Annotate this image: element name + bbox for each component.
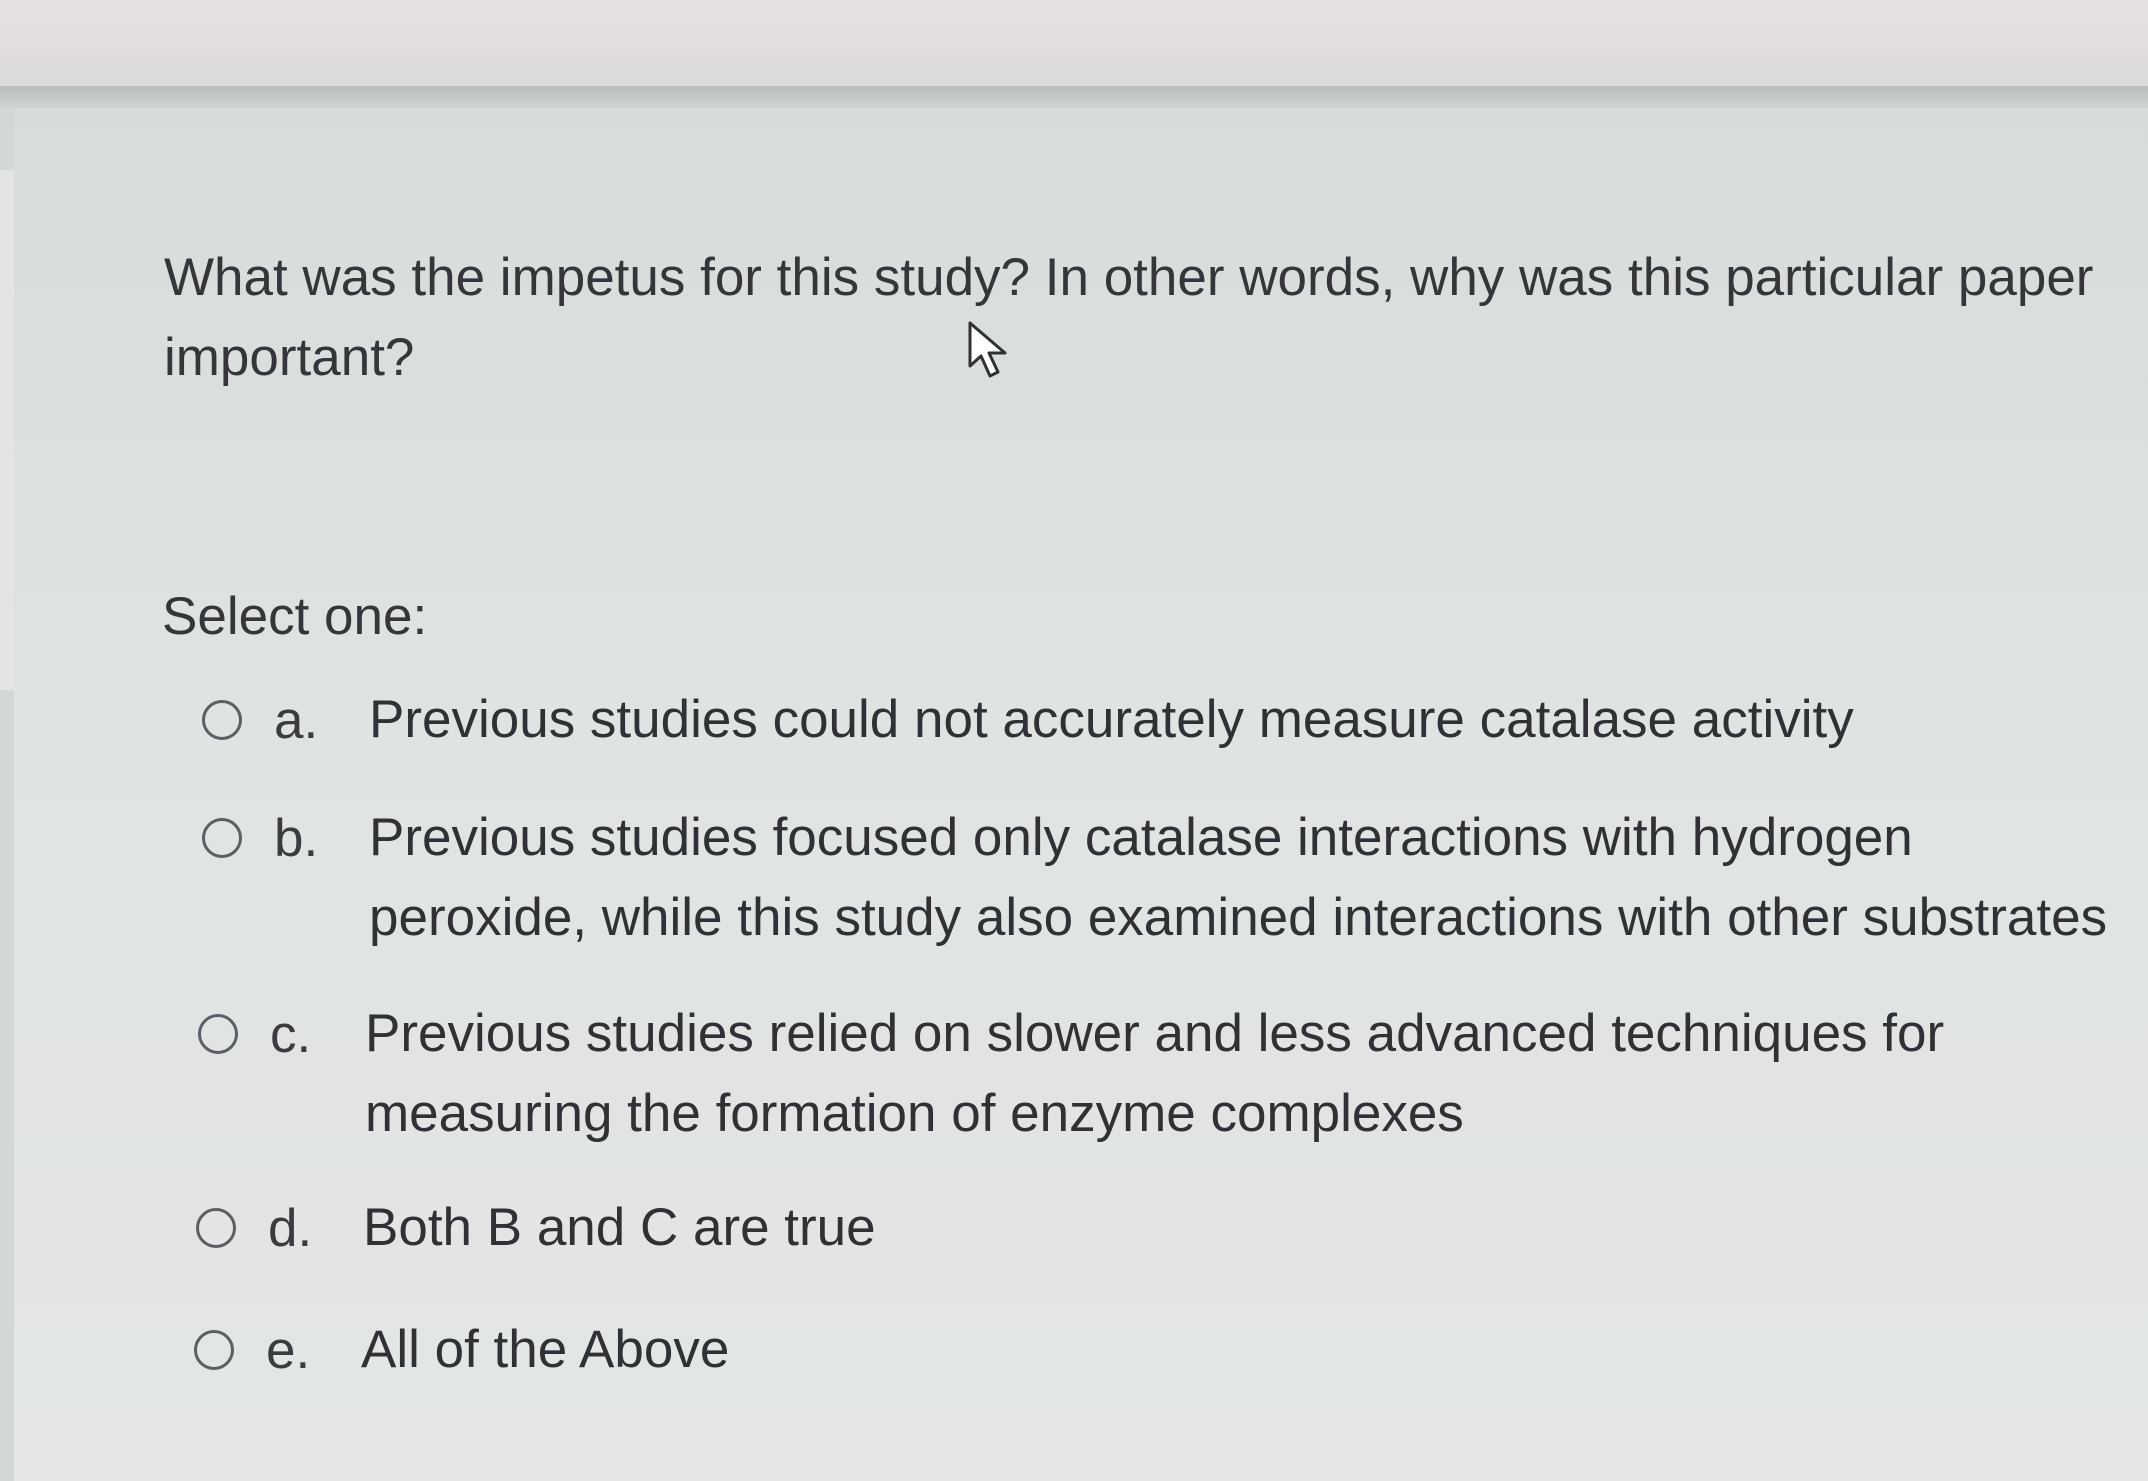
answer-letter: e. [266, 1321, 311, 1380]
answer-text[interactable]: Both B and C are true [363, 1188, 2123, 1268]
answer-text[interactable]: Previous studies could not accurately me… [369, 680, 2129, 760]
radio-unselected-icon[interactable] [194, 1330, 234, 1370]
top-divider [0, 86, 2148, 108]
question-text: What was the impetus for this study? In … [164, 248, 2094, 387]
select-one-label: Select one: [162, 587, 428, 646]
mouse-pointer-icon [968, 321, 1007, 378]
radio-unselected-icon[interactable] [202, 818, 242, 858]
radio-unselected-icon[interactable] [198, 1014, 238, 1054]
radio-unselected-icon[interactable] [202, 700, 242, 740]
question-card: What was the impetus for this study? In … [14, 108, 2148, 1481]
answer-letter: a. [274, 691, 319, 750]
answer-text[interactable]: All of the Above [361, 1310, 2121, 1390]
answer-text[interactable]: Previous studies relied on slower and le… [365, 994, 2125, 1154]
browser-top-area [0, 0, 2148, 86]
answer-letter: b. [274, 809, 319, 868]
radio-unselected-icon[interactable] [196, 1208, 236, 1248]
answer-letter: c. [270, 1005, 312, 1064]
answer-letter: d. [268, 1199, 313, 1258]
answer-text[interactable]: Previous studies focused only catalase i… [369, 798, 2129, 958]
